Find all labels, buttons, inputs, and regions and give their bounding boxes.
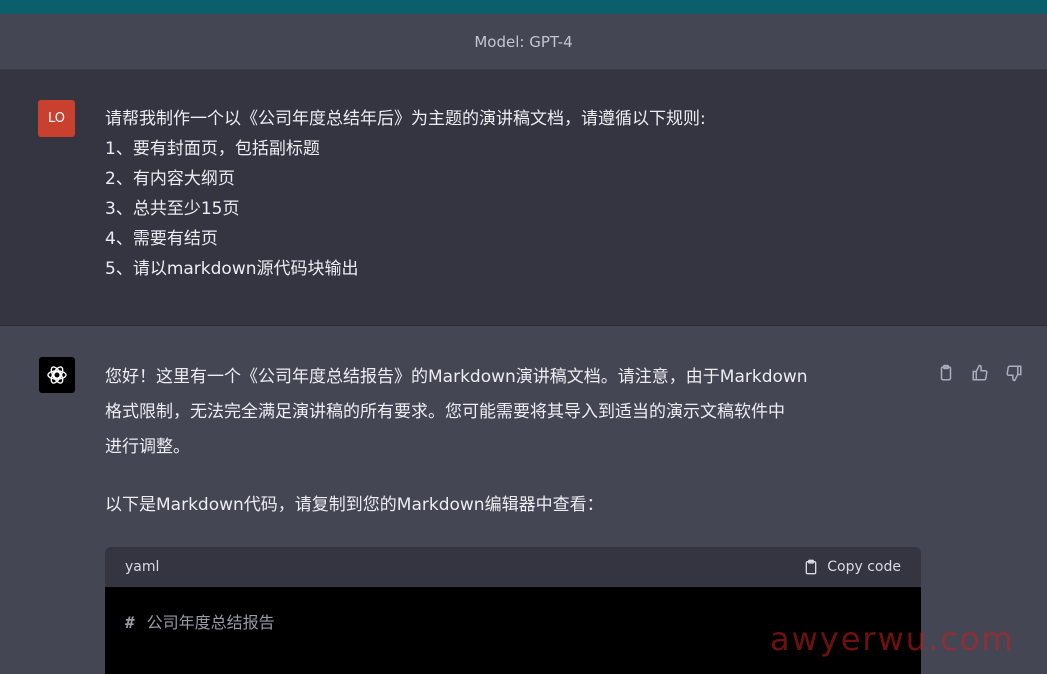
code-heading-marker: # xyxy=(125,613,135,632)
copy-code-label: Copy code xyxy=(827,559,901,575)
user-line: 请帮我制作一个以《公司年度总结年后》为主题的演讲稿文档，请遵循以下规则: xyxy=(105,109,706,129)
thumbs-down-button[interactable] xyxy=(1003,362,1025,384)
code-language-label: yaml xyxy=(125,559,160,575)
code-line: 公司年度总结报告 xyxy=(146,613,275,632)
thumbs-down-icon xyxy=(1006,365,1022,382)
copy-code-button[interactable]: Copy code xyxy=(803,558,901,576)
watermark: awyerwu.com xyxy=(770,620,1015,658)
assistant-paragraph-1: 您好！这里有一个《公司年度总结报告》的Markdown演讲稿文档。请注意，由于M… xyxy=(105,360,925,465)
clipboard-icon xyxy=(940,364,952,381)
assistant-line: 格式限制，无法完全满足演讲稿的所有要求。您可能需要将其导入到适当的演示文稿软件中 xyxy=(105,402,785,422)
assistant-avatar xyxy=(39,357,75,393)
user-line: 2、有内容大纲页 xyxy=(105,169,235,189)
clipboard-icon xyxy=(805,559,817,575)
thumbs-up-button[interactable] xyxy=(969,362,991,384)
user-line: 5、请以markdown源代码块输出 xyxy=(105,259,359,279)
model-label: Model: GPT-4 xyxy=(474,32,573,51)
assistant-paragraph-2: 以下是Markdown代码，请复制到您的Markdown编辑器中查看： xyxy=(105,495,604,515)
code-block-header: yaml Copy code xyxy=(105,547,921,587)
assistant-line: 您好！这里有一个《公司年度总结报告》的Markdown演讲稿文档。请注意，由于M… xyxy=(105,367,808,387)
model-header: Model: GPT-4 xyxy=(0,14,1047,70)
thumbs-up-icon xyxy=(972,364,988,381)
top-bar xyxy=(0,0,1047,14)
user-message-text: 请帮我制作一个以《公司年度总结年后》为主题的演讲稿文档，请遵循以下规则: 1、要… xyxy=(105,104,905,284)
user-line: 1、要有封面页，包括副标题 xyxy=(105,139,320,159)
copy-message-button[interactable] xyxy=(935,362,957,384)
user-line: 4、需要有结页 xyxy=(105,229,218,249)
user-line: 3、总共至少15页 xyxy=(105,199,240,219)
user-avatar: LO xyxy=(38,100,75,137)
message-actions xyxy=(935,360,1030,386)
openai-logo-icon xyxy=(47,366,67,384)
assistant-line: 进行调整。 xyxy=(105,437,190,457)
